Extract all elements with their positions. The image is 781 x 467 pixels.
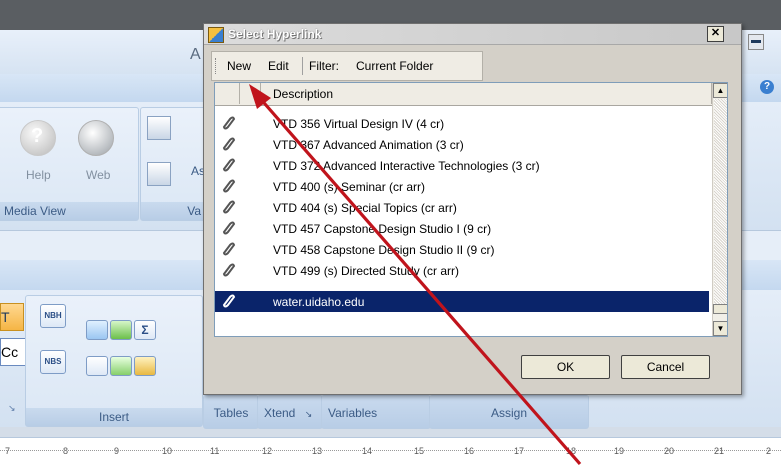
annotation-arrow [249,84,582,466]
arrow-line [256,94,582,466]
